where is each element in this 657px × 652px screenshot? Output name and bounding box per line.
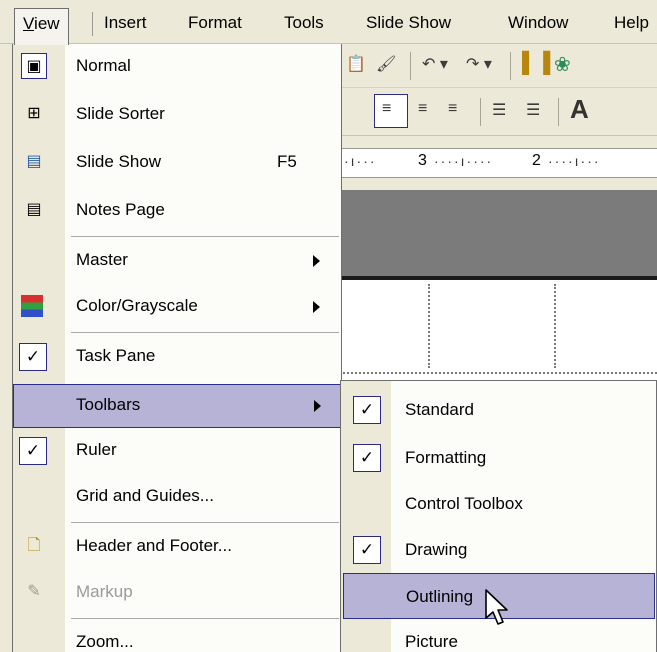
view-menu-item-slide-sorter[interactable]: ⊞ Slide Sorter — [13, 94, 341, 138]
ruler-mark: 2 — [532, 152, 541, 169]
view-menu-item-slide-show[interactable]: ▤ Slide Show F5 — [13, 142, 341, 186]
menu-help[interactable]: Help — [606, 8, 657, 42]
align-right-icon[interactable]: ≡ — [448, 100, 457, 118]
ruler-ticks: ·ı··· — [344, 153, 377, 169]
menu-bar: View Insert Format Tools Slide Show Wind… — [0, 0, 657, 45]
menu-window[interactable]: Window — [500, 8, 576, 42]
horizontal-ruler[interactable]: ·ı··· 3 ····ı···· 2 ····ı··· — [340, 148, 657, 178]
view-menu-item-task-pane[interactable]: ✓ Task Pane — [13, 336, 341, 380]
toolbar-item-standard[interactable]: ✓ Standard — [343, 387, 655, 433]
view-menu-item-header-footer[interactable]: 🗋 Header and Footer... — [13, 526, 341, 570]
guide-horizontal — [340, 372, 657, 374]
view-menu-item-toolbars[interactable]: Toolbars — [13, 384, 341, 428]
menu-separator — [71, 332, 339, 333]
menu-view-label: iew — [34, 14, 60, 33]
toolbar-separator — [410, 52, 411, 80]
view-menu: ▣ Normal ⊞ Slide Sorter ▤ Slide Show F5 … — [12, 44, 342, 652]
toolbar-item-control-toolbox[interactable]: Control Toolbox — [343, 481, 655, 527]
increase-font-size-icon[interactable]: A — [570, 94, 589, 125]
menu-view[interactable]: View — [14, 8, 69, 45]
mouse-cursor-icon — [485, 589, 508, 625]
ruler-ticks: ····ı··· — [548, 153, 601, 169]
view-menu-item-ruler[interactable]: ✓ Ruler — [13, 430, 341, 474]
submenu-arrow-icon — [313, 301, 320, 313]
slide-sorter-icon: ⊞ — [27, 105, 41, 122]
submenu-arrow-icon — [313, 255, 320, 267]
toolbar-item-formatting[interactable]: ✓ Formatting — [343, 435, 655, 481]
menu-insert[interactable]: Insert — [96, 8, 155, 42]
markup-icon: ✎ — [27, 583, 41, 600]
menu-slide-show[interactable]: Slide Show — [358, 8, 459, 42]
check-icon: ✓ — [19, 437, 47, 465]
view-menu-item-zoom[interactable]: Zoom... — [13, 622, 341, 652]
view-menu-item-normal[interactable]: ▣ Normal — [13, 46, 341, 90]
numbering-icon[interactable]: ☰ — [492, 100, 506, 120]
guide-vertical — [428, 284, 430, 368]
redo-icon[interactable]: ↷ ▾ — [466, 54, 492, 74]
toolbar-separator — [480, 98, 481, 126]
menubar-separator — [92, 12, 93, 36]
check-icon: ✓ — [353, 396, 381, 424]
menu-separator — [71, 236, 339, 237]
menu-tools[interactable]: Tools — [276, 8, 332, 42]
view-menu-item-notes-page[interactable]: ▤ Notes Page — [13, 190, 341, 234]
bullets-icon[interactable]: ☰ — [526, 100, 540, 120]
align-left-icon: ≡ — [382, 100, 392, 117]
view-menu-item-color-grayscale[interactable]: Color/Grayscale — [13, 286, 341, 330]
slide-show-icon: ▤ — [26, 153, 42, 170]
view-menu-item-markup: ✎ Markup — [13, 572, 341, 616]
clipboard-icon[interactable]: 📋 — [346, 54, 366, 74]
header-footer-icon: 🗋 — [27, 537, 41, 554]
menu-separator — [71, 618, 339, 619]
toolbar-item-drawing[interactable]: ✓ Drawing — [343, 527, 655, 573]
menu-format[interactable]: Format — [180, 8, 250, 42]
align-center-icon[interactable]: ≡ — [418, 100, 427, 118]
normal-view-icon: ▣ — [21, 53, 47, 79]
check-icon: ✓ — [353, 444, 381, 472]
format-painter-icon[interactable]: 🖌 — [376, 54, 396, 74]
formatting-toolbar: ≡ ≡ ≡ ☰ ☰ A — [340, 88, 657, 136]
submenu-arrow-icon — [314, 400, 321, 412]
ruler-ticks: ····ı···· — [434, 153, 494, 169]
check-icon: ✓ — [353, 536, 381, 564]
view-menu-item-grid-guides[interactable]: Grid and Guides... — [13, 476, 341, 520]
slide-pane-background — [340, 190, 657, 278]
toolbar-separator — [558, 98, 559, 126]
ruler-mark: 3 — [418, 152, 427, 169]
standard-toolbar: 📋 🖌 ↶ ▾ ↷ ▾ ▌▐ ❀ — [340, 44, 657, 88]
insert-chart-icon[interactable]: ▌▐ — [522, 52, 550, 75]
insert-clip-art-icon[interactable]: ❀ — [554, 52, 571, 77]
color-grayscale-icon — [21, 295, 43, 317]
toolbar-separator — [510, 52, 511, 80]
guide-vertical — [554, 284, 556, 368]
notes-page-icon: ▤ — [26, 201, 42, 218]
menu-separator — [71, 522, 339, 523]
check-icon: ✓ — [19, 343, 47, 371]
view-menu-item-master[interactable]: Master — [13, 240, 341, 284]
undo-icon[interactable]: ↶ ▾ — [422, 54, 448, 74]
